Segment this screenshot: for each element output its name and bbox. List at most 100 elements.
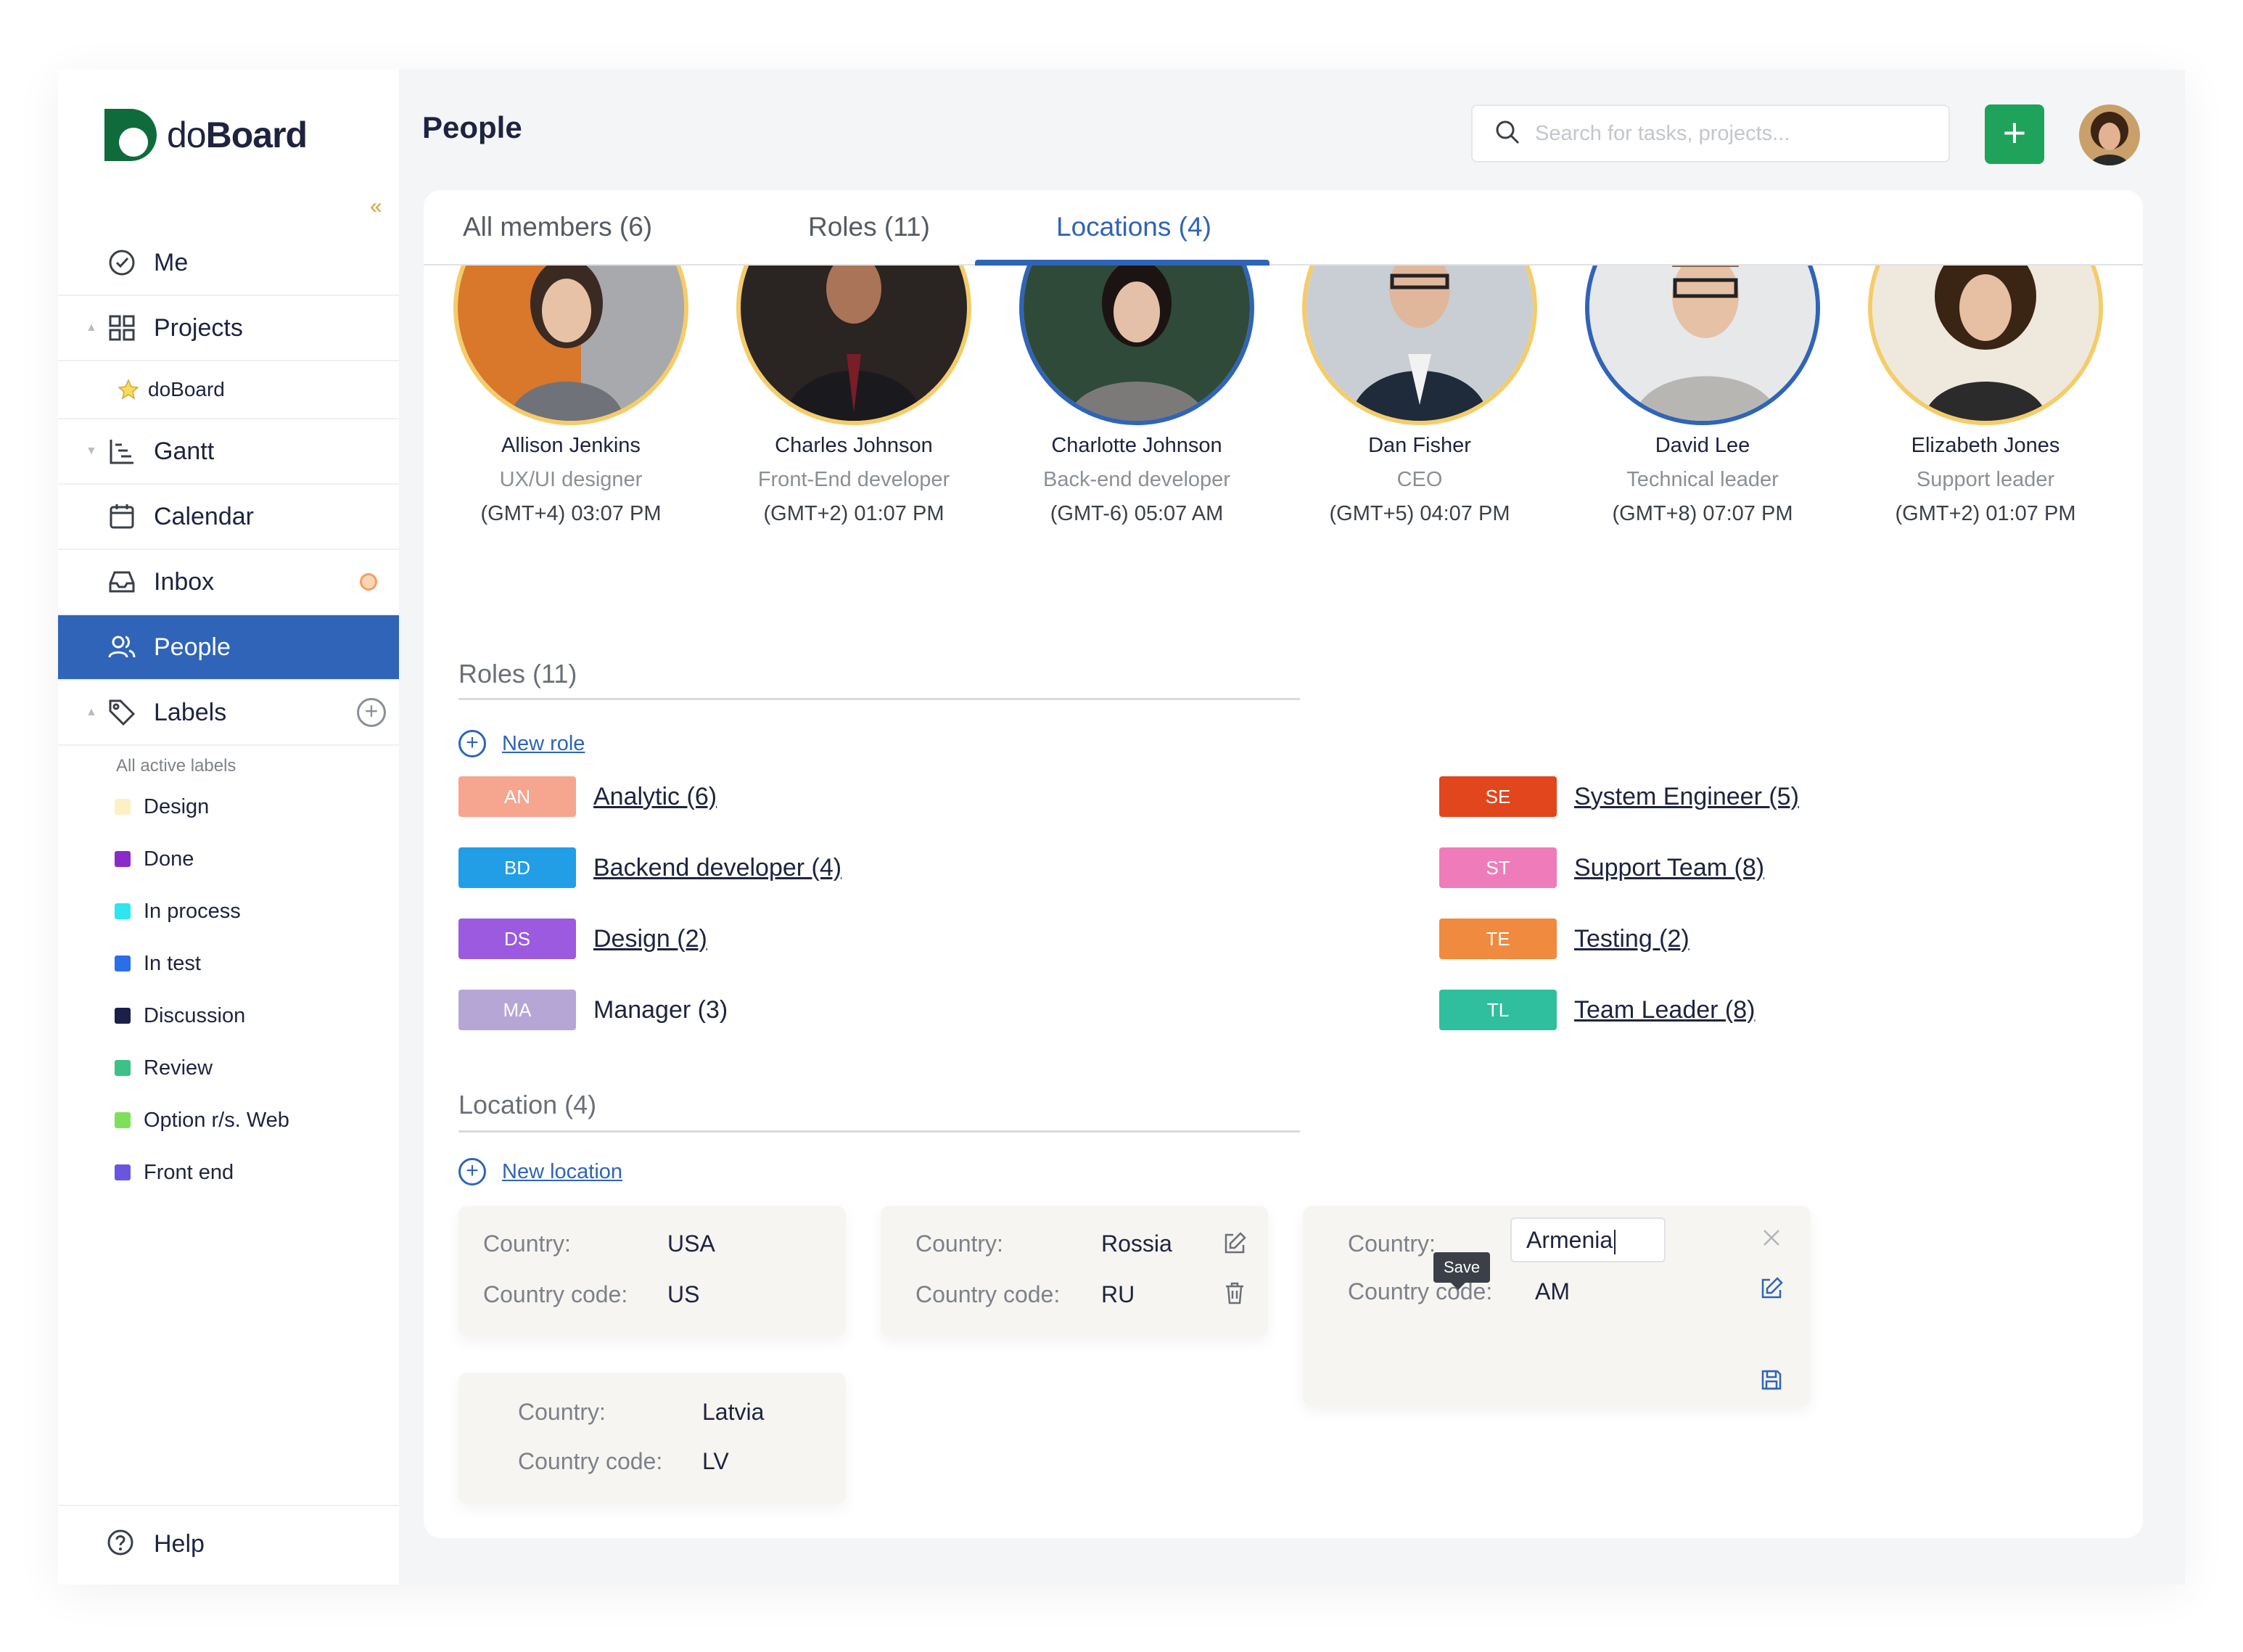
sidebar-item-people[interactable]: People: [58, 615, 399, 681]
notification-dot: [360, 573, 377, 591]
save-icon[interactable]: [1758, 1367, 1785, 1393]
label-name: Discussion: [144, 1003, 246, 1027]
logo-mark-icon: [104, 109, 157, 161]
role-item[interactable]: TE Testing (2): [1439, 919, 1690, 959]
caret-down-icon[interactable]: ▼: [86, 445, 97, 458]
delete-icon[interactable]: [1222, 1280, 1248, 1306]
new-role-link[interactable]: + New role: [458, 730, 585, 757]
edit-icon[interactable]: [1222, 1230, 1248, 1257]
label-item-design[interactable]: Design15: [115, 781, 448, 833]
new-role-label: New role: [502, 731, 585, 755]
label-item-option-web[interactable]: Option r/s. Web9: [115, 1094, 448, 1146]
inbox-icon: [106, 566, 138, 598]
search-input[interactable]: Search for tasks, projects...: [1471, 104, 1950, 163]
add-circle-icon: +: [458, 730, 486, 757]
role-link[interactable]: Support Team (8): [1574, 854, 1764, 882]
country-code-value: US: [667, 1281, 700, 1307]
sidebar-item-calendar[interactable]: Calendar: [58, 485, 399, 550]
label-item-in-process[interactable]: In process3: [115, 885, 448, 937]
sidebar-item-doboard[interactable]: doBoard: [58, 361, 399, 419]
country-key: Country:: [1348, 1230, 1436, 1257]
label-swatch: [115, 1164, 131, 1180]
member-card[interactable]: Charlotte Johnson Back-end developer (GM…: [995, 266, 1278, 526]
sidebar-item-label: Projects: [154, 313, 243, 342]
label-item-discussion[interactable]: Discussion24: [115, 990, 448, 1042]
label-item-in-test[interactable]: In test5: [115, 937, 448, 990]
sidebar-item-label: doBoard: [148, 378, 225, 400]
sidebar-item-inbox[interactable]: Inbox: [58, 550, 399, 615]
label-swatch: [115, 1060, 131, 1076]
sidebar-item-labels[interactable]: ▲ Labels +: [58, 681, 399, 746]
role-chip: ST: [1439, 847, 1557, 888]
sidebar-nav: Me ▲ Projects doBoard ▼ Gantt Calendar I…: [58, 231, 399, 746]
sidebar-item-gantt[interactable]: ▼ Gantt: [58, 419, 399, 485]
labels-heading: All active labels: [116, 756, 236, 776]
divider: [58, 1505, 399, 1506]
sidebar-item-projects[interactable]: ▲ Projects: [58, 296, 399, 361]
member-role: Back-end developer: [1043, 468, 1230, 491]
member-card[interactable]: Charles Johnson Front-End developer (GMT…: [712, 266, 995, 526]
tab-all-members[interactable]: All members (6): [463, 212, 652, 242]
country-key: Country:: [518, 1399, 606, 1425]
role-link[interactable]: Team Leader (8): [1574, 996, 1755, 1024]
tab-locations[interactable]: Locations (4): [1056, 212, 1211, 242]
location-card[interactable]: Country: USA Country code: US: [458, 1206, 846, 1336]
member-card[interactable]: Dan Fisher CEO (GMT+5) 04:07 PM: [1278, 266, 1561, 526]
role-item[interactable]: ST Support Team (8): [1439, 847, 1764, 888]
country-value: Latvia: [702, 1399, 765, 1425]
caret-up-icon[interactable]: ▲: [86, 321, 97, 334]
role-link[interactable]: Testing (2): [1574, 925, 1690, 953]
tab-roles[interactable]: Roles (11): [808, 212, 930, 242]
members-row: Allison Jenkins UX/UI designer (GMT+4) 0…: [424, 266, 2143, 541]
add-label-button[interactable]: +: [357, 698, 386, 727]
location-card-editing[interactable]: Country: Armenia Country code: AM: [1303, 1206, 1811, 1406]
role-link[interactable]: Backend developer (4): [593, 854, 841, 882]
role-item[interactable]: TL Team Leader (8): [1439, 990, 1755, 1030]
caret-up-icon[interactable]: ▲: [86, 706, 97, 719]
user-avatar[interactable]: [2079, 104, 2140, 165]
member-card[interactable]: David Lee Technical leader (GMT+8) 07:07…: [1561, 266, 1844, 526]
role-item[interactable]: DS Design (2): [458, 919, 707, 959]
role-item[interactable]: AN Analytic (6): [458, 776, 717, 817]
country-input[interactable]: Armenia: [1510, 1217, 1666, 1262]
label-name: Front end: [144, 1160, 234, 1184]
label-item-front-end[interactable]: Front end4: [115, 1146, 448, 1199]
add-button[interactable]: +: [1985, 104, 2044, 164]
role-link[interactable]: Analytic (6): [593, 783, 717, 811]
help-link[interactable]: Help: [106, 1528, 205, 1560]
new-location-link[interactable]: + New location: [458, 1158, 622, 1185]
logo[interactable]: doBoard: [104, 109, 308, 161]
grid-icon: [106, 312, 138, 344]
member-photo: [1019, 266, 1254, 425]
location-card[interactable]: Country: Latvia Country code: LV: [458, 1373, 846, 1503]
label-item-review[interactable]: Review7: [115, 1042, 448, 1094]
location-card[interactable]: Country: Rossia Country code: RU: [881, 1206, 1268, 1336]
country-key: Country:: [915, 1230, 1003, 1257]
gantt-icon: [106, 435, 138, 467]
role-link[interactable]: System Engineer (5): [1574, 783, 1799, 811]
label-swatch: [115, 956, 131, 971]
member-time: (GMT-6) 05:07 AM: [1050, 502, 1224, 525]
country-value: Rossia: [1101, 1230, 1172, 1257]
role-chip: AN: [458, 776, 576, 817]
help-label: Help: [154, 1529, 205, 1558]
label-item-done[interactable]: Done3: [115, 833, 448, 885]
member-card[interactable]: Elizabeth Jones Support leader (GMT+2) 0…: [1844, 266, 2127, 526]
member-card[interactable]: Allison Jenkins UX/UI designer (GMT+4) 0…: [429, 266, 712, 526]
label-name: Review: [144, 1056, 213, 1080]
app-window: doBoard « Me ▲ Projects doBoard ▼ Gantt …: [58, 70, 2185, 1585]
role-item[interactable]: SE System Engineer (5): [1439, 776, 1799, 817]
role-chip: TL: [1439, 990, 1557, 1030]
sidebar-item-me[interactable]: Me: [58, 231, 399, 296]
role-item[interactable]: BD Backend developer (4): [458, 847, 841, 888]
close-icon[interactable]: [1758, 1225, 1785, 1251]
role-item[interactable]: MA Manager (3): [458, 990, 728, 1030]
collapse-sidebar-icon[interactable]: «: [370, 194, 382, 219]
role-link[interactable]: Manager (3): [593, 996, 728, 1024]
country-input-value: Armenia: [1526, 1227, 1613, 1253]
help-icon: [106, 1528, 138, 1560]
active-tab-indicator: [975, 260, 1269, 266]
edit-icon[interactable]: [1758, 1275, 1785, 1302]
sidebar-item-label: Labels: [154, 698, 227, 726]
role-link[interactable]: Design (2): [593, 925, 707, 953]
